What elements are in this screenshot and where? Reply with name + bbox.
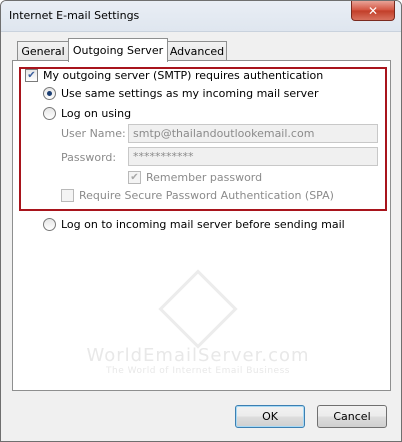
dialog-window: Internet E-mail Settings ✕ General Outgo…: [0, 0, 402, 442]
cancel-button[interactable]: Cancel: [317, 405, 387, 428]
log-on-incoming-radio[interactable]: Log on to incoming mail server before se…: [43, 218, 345, 231]
password-label: Password:: [61, 151, 117, 164]
log-on-incoming-label: Log on to incoming mail server before se…: [61, 218, 345, 231]
requires-auth-checkbox[interactable]: ✔ My outgoing server (SMTP) requires aut…: [25, 69, 323, 82]
tab-advanced-label: Advanced: [169, 45, 225, 58]
tab-outgoing-server[interactable]: Outgoing Server: [68, 38, 168, 62]
radio-unselected-icon: [43, 107, 56, 120]
use-same-settings-radio[interactable]: Use same settings as my incoming mail se…: [43, 87, 318, 100]
tab-general[interactable]: General: [17, 41, 69, 61]
log-on-using-label: Log on using: [61, 107, 132, 120]
radio-selected-icon: [43, 87, 56, 100]
tab-outgoing-server-label: Outgoing Server: [72, 44, 164, 57]
checkbox-checked-icon: ✔: [128, 171, 141, 184]
remember-password-checkbox[interactable]: ✔ Remember password: [128, 171, 262, 184]
user-name-label: User Name:: [61, 127, 126, 140]
log-on-using-radio[interactable]: Log on using: [43, 107, 131, 120]
spa-label: Require Secure Password Authentication (…: [79, 189, 334, 202]
watermark-subtitle: The World of Internet Email Business: [106, 366, 290, 376]
spa-checkbox[interactable]: Require Secure Password Authentication (…: [61, 189, 334, 202]
requires-auth-label: My outgoing server (SMTP) requires authe…: [43, 69, 324, 82]
user-name-field[interactable]: smtp@thailandoutlookemail.com: [128, 124, 378, 143]
close-icon: ✕: [367, 3, 379, 18]
checkbox-checked-icon: ✔: [25, 69, 38, 82]
tab-general-label: General: [21, 45, 65, 58]
watermark-logo-icon: [158, 269, 238, 349]
outgoing-server-panel: ✔ My outgoing server (SMTP) requires aut…: [12, 60, 391, 391]
use-same-settings-label: Use same settings as my incoming mail se…: [61, 87, 319, 100]
tab-advanced[interactable]: Advanced: [167, 41, 227, 61]
watermark: WorldEmailServer.com The World of Intern…: [73, 269, 323, 376]
password-field[interactable]: ***********: [128, 147, 378, 166]
ok-button[interactable]: OK: [235, 405, 305, 428]
checkbox-unchecked-icon: [61, 189, 74, 202]
title-bar: Internet E-mail Settings ✕: [1, 1, 401, 32]
watermark-title: WorldEmailServer.com: [86, 345, 310, 366]
remember-password-label: Remember password: [146, 171, 263, 184]
radio-unselected-icon: [43, 218, 56, 231]
close-button[interactable]: ✕: [351, 1, 395, 21]
window-title: Internet E-mail Settings: [9, 9, 140, 22]
